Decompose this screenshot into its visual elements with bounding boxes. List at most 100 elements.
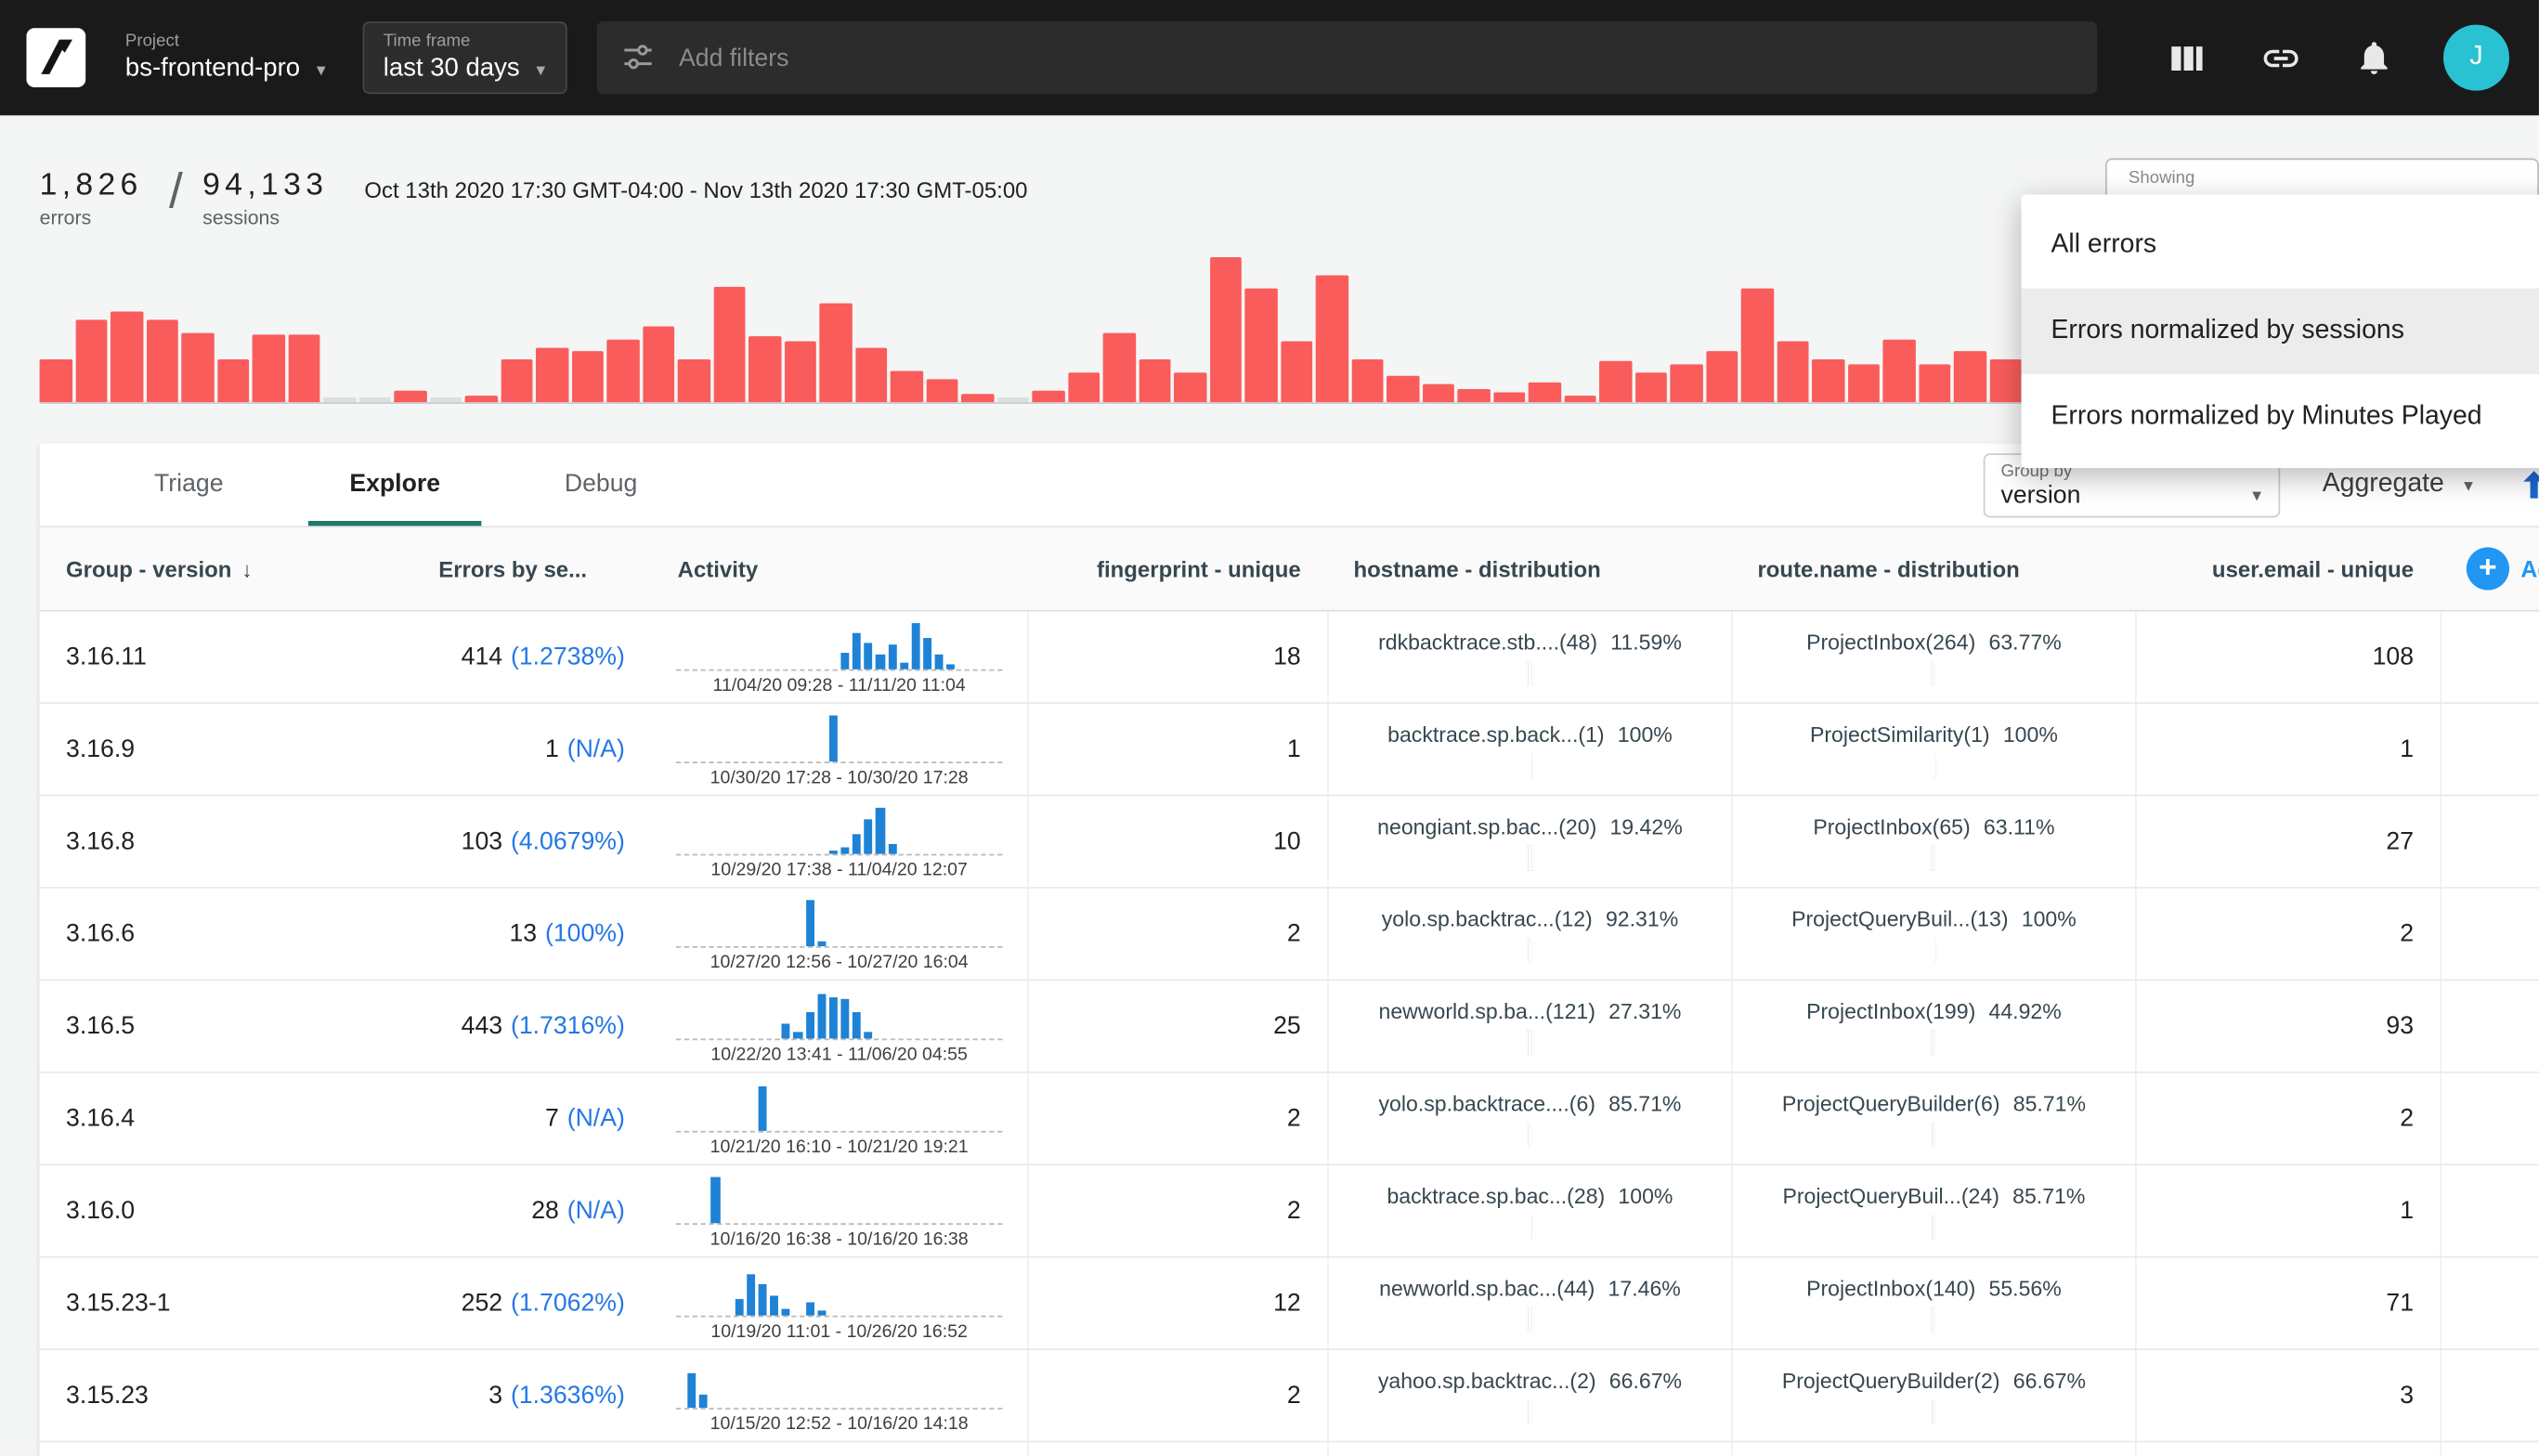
- error-histogram-bar: [642, 327, 674, 402]
- add-column-button[interactable]: + Ad: [2440, 547, 2539, 590]
- sparkline-bar: [888, 844, 896, 854]
- navbar-icons: [2167, 37, 2394, 78]
- hostname-distribution-cell-percent: 11.59%: [1610, 629, 1682, 654]
- project-select-value: bs-frontend-pro: [125, 55, 300, 84]
- error-histogram-bar: [819, 304, 852, 402]
- project-select[interactable]: Project bs-frontend-pro▾: [125, 32, 326, 84]
- hostname-distribution-cell: newworld.sp.bac...(44)17.46%: [1327, 1258, 1731, 1349]
- explore-card: Triage Explore Debug Group by version▾ A…: [40, 444, 2539, 1456]
- menu-item-errors-normalized-by-sessions[interactable]: Errors normalized by sessions: [2022, 289, 2539, 374]
- errors-by-session-cell: 103(4.0679%): [412, 827, 651, 855]
- hostname-distribution-cell-bar: [1529, 1398, 1532, 1424]
- sparkline-bar: [805, 1302, 814, 1316]
- column-header-group-version[interactable]: Group - version↓: [40, 556, 412, 581]
- fingerprint-unique-cell: 1: [1027, 1442, 1327, 1455]
- activity-cell: 10/30/20 17:28 - 10/30/20 17:28: [651, 704, 1027, 795]
- add-column-cell: [2440, 704, 2539, 795]
- arrow-up-icon[interactable]: [2516, 466, 2539, 502]
- errors-count-value: 7: [545, 1104, 559, 1132]
- table-row[interactable]: 3.15.221backtrace.sp.back...(1)100%Proje…: [40, 1442, 2539, 1455]
- column-header-errors-by-session[interactable]: Errors by se...: [412, 556, 651, 581]
- group-by-value: version: [2001, 480, 2081, 508]
- timeframe-select[interactable]: Time frame last 30 days▾: [362, 21, 567, 94]
- hostname-distribution-cell: backtrace.sp.back...(1)100%: [1327, 704, 1731, 795]
- bell-icon[interactable]: [2354, 38, 2394, 78]
- sort-desc-icon: ↓: [241, 556, 253, 581]
- activity-date-range: 10/22/20 13:41 - 11/06/20 04:55: [710, 1046, 968, 1065]
- column-header-hostname-distribution[interactable]: hostname - distribution: [1327, 556, 1731, 581]
- add-column-cell: [2440, 612, 2539, 703]
- filters-bar[interactable]: [596, 21, 2097, 94]
- link-icon[interactable]: [2260, 37, 2301, 78]
- slash-divider: /: [169, 165, 183, 221]
- route-name-distribution-cell-percent: 63.77%: [1988, 629, 2061, 654]
- table-row[interactable]: 3.16.028(N/A)10/16/20 16:38 - 10/16/20 1…: [40, 1165, 2539, 1257]
- menu-item-errors-normalized-by-minutes-played[interactable]: Errors normalized by Minutes Played: [2022, 374, 2539, 460]
- table-row[interactable]: 3.15.233(1.3636%)10/15/20 12:52 - 10/16/…: [40, 1350, 2539, 1442]
- column-header-route-name-distribution[interactable]: route.name - distribution: [1731, 556, 2135, 581]
- distribution-segment: [1530, 752, 1531, 777]
- group-version-cell: 3.15.23: [40, 1382, 412, 1410]
- activity-date-range: 10/15/20 12:52 - 10/16/20 14:18: [710, 1414, 969, 1434]
- errors-percent-value: (1.7316%): [511, 1012, 625, 1040]
- error-histogram-bar: [1493, 392, 1526, 402]
- error-histogram-bar: [1032, 391, 1064, 402]
- route-name-distribution-cell-name: ProjectQueryBuilder(6): [1782, 1090, 2000, 1115]
- column-header-fingerprint-unique[interactable]: fingerprint - unique: [1027, 556, 1327, 581]
- route-name-distribution-cell: ProjectInbox(65)63.11%: [1731, 796, 2135, 887]
- menu-item-all-errors[interactable]: All errors: [2022, 202, 2539, 288]
- column-header-activity[interactable]: Activity: [651, 556, 1027, 581]
- error-histogram-bar: [394, 391, 426, 402]
- table-row[interactable]: 3.15.23-1252(1.7062%)10/19/20 11:01 - 10…: [40, 1258, 2539, 1350]
- error-histogram-bar: [1139, 358, 1171, 402]
- hostname-distribution-cell-bar: [1526, 845, 1534, 870]
- distribution-segment: [1934, 1398, 1935, 1424]
- dashboard-columns-icon[interactable]: [2167, 37, 2207, 78]
- tab-triage[interactable]: Triage: [85, 444, 292, 526]
- table-row[interactable]: 3.16.8103(4.0679%)10/29/20 17:38 - 11/04…: [40, 796, 2539, 888]
- table-body: 3.16.11414(1.2738%)11/04/20 09:28 - 11/1…: [40, 612, 2539, 1456]
- error-histogram-bar: [429, 398, 462, 403]
- hostname-distribution-cell-bar: [1526, 1306, 1534, 1332]
- sparkline-bar: [735, 1298, 743, 1316]
- route-name-distribution-cell-name: ProjectQueryBuil...(13): [1791, 906, 2008, 931]
- error-histogram-bar: [926, 379, 958, 402]
- sparkline-bar: [817, 942, 826, 946]
- distribution-segment: [1532, 845, 1534, 870]
- activity-sparkline: [676, 1172, 1003, 1225]
- table-row[interactable]: 3.16.11414(1.2738%)11/04/20 09:28 - 11/1…: [40, 612, 2539, 704]
- hostname-distribution-cell-name: rdkbacktrace.stb....(48): [1378, 629, 1597, 654]
- tab-explore[interactable]: Explore: [292, 444, 498, 526]
- user-avatar[interactable]: J: [2443, 25, 2509, 91]
- aggregate-button[interactable]: Aggregate ▾: [2323, 470, 2473, 500]
- sparkline-bar: [759, 1283, 767, 1316]
- tab-debug[interactable]: Debug: [498, 444, 704, 526]
- add-filters-input[interactable]: [675, 42, 2074, 73]
- user-email-unique-cell: 108: [2135, 612, 2440, 703]
- route-name-distribution-cell-bar: [1934, 752, 1935, 777]
- hostname-distribution-cell-name: neongiant.sp.bac...(20): [1377, 813, 1596, 838]
- activity-cell: 10/27/20 12:56 - 10/27/20 16:04: [651, 889, 1027, 980]
- backtrace-logo: [26, 28, 85, 87]
- table-row[interactable]: 3.16.47(N/A)10/21/20 16:10 - 10/21/20 19…: [40, 1073, 2539, 1165]
- add-column-cell: [2440, 1165, 2539, 1256]
- route-name-distribution-cell-bar: [1931, 1306, 1937, 1332]
- distribution-segment: [1934, 1215, 1935, 1240]
- hostname-distribution-cell-percent: 19.42%: [1609, 813, 1682, 838]
- column-header-user-email-unique[interactable]: user.email - unique: [2135, 556, 2440, 581]
- route-name-distribution-cell-percent: 85.71%: [2012, 1183, 2085, 1208]
- add-column-cell: [2440, 1442, 2539, 1455]
- user-email-unique-cell: 1: [2135, 704, 2440, 795]
- hostname-distribution-cell-percent: 100%: [1618, 722, 1673, 747]
- user-email-unique-cell: 3: [2135, 1350, 2440, 1441]
- distribution-segment: [1530, 1122, 1531, 1147]
- sparkline-bar: [923, 637, 931, 670]
- user-email-unique-cell: 2: [2135, 889, 2440, 980]
- table-row[interactable]: 3.16.613(100%)10/27/20 12:56 - 10/27/20 …: [40, 889, 2539, 981]
- route-name-distribution-cell-percent: 66.67%: [2013, 1368, 2086, 1393]
- route-name-distribution-cell-bar: [1934, 937, 1935, 962]
- fingerprint-unique-cell: 2: [1027, 1350, 1327, 1441]
- table-row[interactable]: 3.16.91(N/A)10/30/20 17:28 - 10/30/20 17…: [40, 704, 2539, 796]
- table-row[interactable]: 3.16.5443(1.7316%)10/22/20 13:41 - 11/06…: [40, 981, 2539, 1072]
- route-name-distribution-cell-name: ProjectInbox(264): [1806, 629, 1975, 654]
